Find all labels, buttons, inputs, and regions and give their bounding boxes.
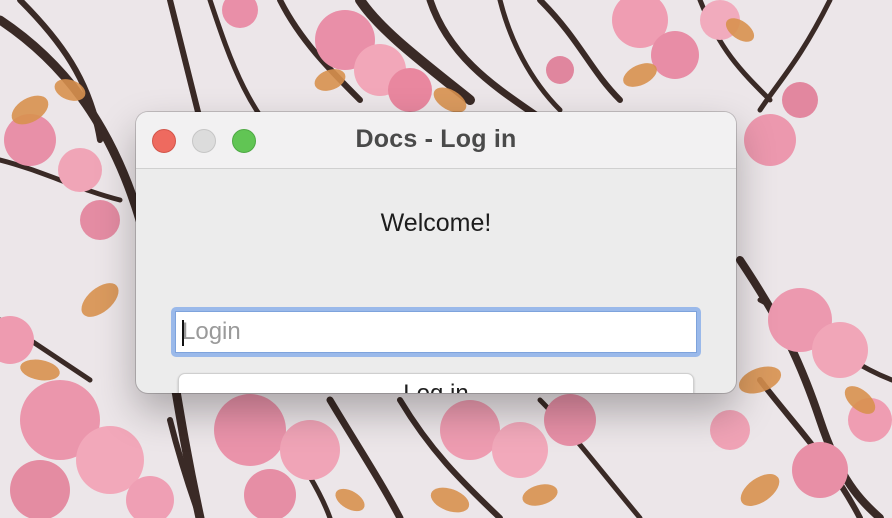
login-form: Welcome! Log in	[136, 169, 736, 393]
window-title: Docs - Log in	[355, 125, 517, 153]
welcome-label: Welcome!	[380, 209, 492, 237]
login-input[interactable]	[175, 311, 697, 353]
login-window: Docs - Log in Welcome! Log in	[136, 112, 736, 393]
text-cursor	[182, 320, 184, 346]
log-in-button[interactable]: Log in	[178, 373, 694, 393]
login-field-focus-ring	[171, 307, 701, 357]
title-bar[interactable]: Docs - Log in	[136, 112, 736, 169]
desktop: Docs - Log in Welcome! Log in	[0, 0, 892, 518]
